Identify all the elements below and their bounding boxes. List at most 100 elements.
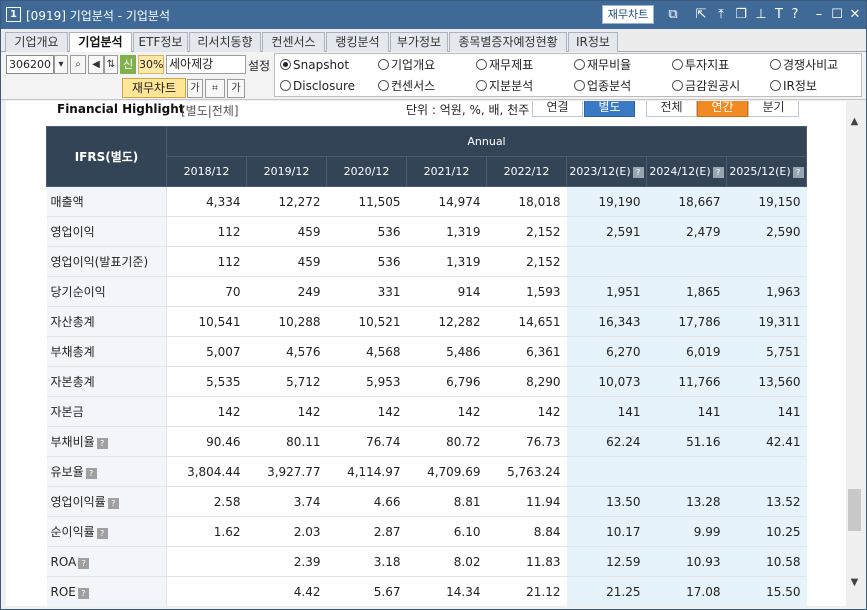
table-cell: 6,361: [486, 336, 567, 367]
help-icon[interactable]: ?: [96, 438, 108, 449]
table-cell: 249: [246, 276, 327, 307]
chart-icon[interactable]: ⧉: [665, 6, 681, 23]
fin-chart-title-button[interactable]: 재무차트: [602, 5, 654, 24]
table-row: ROE? 4.42 5.67 14.34 21.12 21.25 17.08 15.50: [46, 576, 807, 606]
annual-button[interactable]: 연간: [697, 101, 748, 117]
tab-etf[interactable]: ETF정보: [133, 32, 188, 52]
row-label: 당기순이익: [46, 276, 167, 307]
table-cell: 142: [406, 396, 487, 427]
row-label: 자산총계: [46, 306, 167, 337]
pin-icon[interactable]: ⤒: [713, 6, 729, 23]
code-dropdown-icon[interactable]: ▾: [54, 55, 68, 74]
help-icon[interactable]: ?: [107, 498, 119, 509]
font-down-icon[interactable]: 가: [187, 79, 203, 98]
section-title: Financial Highlight: [57, 102, 185, 116]
vertical-scrollbar[interactable]: ▲ ▼: [846, 101, 863, 606]
window-title: [0919] 기업분석 - 기업분석: [26, 9, 170, 23]
table-cell: 16,343: [566, 306, 647, 337]
link-icon[interactable]: ⇱: [693, 6, 709, 23]
thumbtack-icon[interactable]: ⊥: [753, 6, 769, 23]
radio-ownership-analysis[interactable]: 지분분석: [476, 79, 533, 93]
table-cell: 19,150: [726, 186, 807, 217]
minimize-icon[interactable]: –: [811, 6, 827, 23]
radio-dot-icon: [672, 59, 683, 70]
row-label-text: 당기순이익: [50, 285, 106, 299]
table-cell: [166, 576, 247, 606]
all-button[interactable]: 전체: [646, 101, 697, 117]
radio-label: 업종분석: [587, 79, 632, 93]
radio-investment-indicators[interactable]: 투자지표: [672, 58, 729, 72]
consolidated-button[interactable]: 연결: [532, 101, 583, 117]
radio-fss-disclosure[interactable]: 금감원공시: [672, 79, 740, 93]
table-cell: [726, 456, 807, 487]
table-cell: 2.58: [166, 486, 247, 517]
radio-financial-ratios[interactable]: 재무비율: [574, 58, 631, 72]
company-name-field[interactable]: 세아제강: [166, 55, 246, 74]
column-header-label: 2025/12(E): [729, 165, 791, 178]
column-header-label: 2023/12(E): [569, 165, 631, 178]
maximize-icon[interactable]: ☐: [829, 6, 845, 23]
radio-financial-statements[interactable]: 재무제표: [476, 58, 533, 72]
tab-consensus[interactable]: 컨센서스: [262, 32, 325, 52]
tab-research[interactable]: 리서치동향: [189, 32, 261, 52]
scroll-down-icon[interactable]: ▼: [846, 576, 863, 590]
radio-disclosure[interactable]: Disclosure: [280, 79, 355, 93]
tab-company-analysis[interactable]: 기업분석: [69, 32, 132, 53]
help-icon[interactable]: ?: [96, 528, 108, 539]
font-icon[interactable]: T: [771, 6, 787, 23]
radio-competitor-comparison[interactable]: 경쟁사비교: [770, 58, 838, 72]
table-cell: 10,073: [566, 366, 647, 397]
tab-capital-increase[interactable]: 종목별증자예정현황: [449, 32, 567, 52]
table-cell: 11.83: [486, 546, 567, 577]
search-icon[interactable]: ⌕: [70, 55, 86, 74]
column-header: 2023/12(E)?: [566, 156, 647, 187]
close-icon[interactable]: ✕: [847, 6, 863, 23]
table-cell: 18,018: [486, 186, 567, 217]
tab-ranking[interactable]: 랭킹분석: [326, 32, 389, 52]
copy-icon[interactable]: ❐: [733, 6, 749, 23]
radio-snapshot[interactable]: Snapshot: [280, 58, 349, 72]
table-cell: 8.81: [406, 486, 487, 517]
help-icon[interactable]: ?: [792, 167, 804, 178]
table-cell: 5,535: [166, 366, 247, 397]
help-icon[interactable]: ?: [632, 167, 644, 178]
column-header: 2020/12: [326, 156, 407, 187]
capture-icon[interactable]: ⌗: [205, 79, 225, 98]
row-label: 자본총계: [46, 366, 167, 397]
tab-company-overview[interactable]: 기업개요: [5, 32, 68, 52]
stock-code-input[interactable]: 306200: [6, 55, 54, 74]
separate-button[interactable]: 별도: [584, 101, 635, 117]
table-cell: 62.24: [566, 426, 647, 457]
help-icon[interactable]: ?: [78, 557, 90, 569]
font-up-icon[interactable]: 가: [227, 79, 245, 98]
scroll-up-icon[interactable]: ▲: [846, 115, 863, 129]
table-cell: 10,288: [246, 306, 327, 337]
radio-company-overview[interactable]: 기업개요: [378, 58, 435, 72]
table-cell: 42.41: [726, 426, 807, 457]
help-icon[interactable]: ?: [77, 587, 89, 599]
help-icon[interactable]: ?: [787, 6, 803, 23]
help-icon[interactable]: ?: [712, 167, 724, 178]
tab-extra-info[interactable]: 부가정보: [390, 32, 448, 52]
table-cell: 1,319: [406, 216, 487, 247]
tab-ir[interactable]: IR정보: [568, 32, 618, 52]
radio-industry-analysis[interactable]: 업종분석: [574, 79, 631, 93]
scroll-thumb[interactable]: [848, 489, 861, 531]
help-icon[interactable]: ?: [85, 468, 97, 479]
table-cell: 1,963: [726, 276, 807, 307]
column-header: 2024/12(E)?: [646, 156, 727, 187]
table-cell: 14.34: [406, 576, 487, 606]
speaker-icon[interactable]: ◀: [88, 55, 104, 74]
scroll-arrows-icon[interactable]: ⇅: [104, 55, 118, 74]
table-cell: 14,651: [486, 306, 567, 337]
table-cell: 1,951: [566, 276, 647, 307]
table-cell: 70: [166, 276, 247, 307]
settings-label[interactable]: 설정: [248, 57, 270, 74]
table-cell: 51.16: [646, 426, 727, 457]
quarterly-button[interactable]: 분기: [748, 101, 799, 117]
fin-chart-button[interactable]: 재무차트: [122, 78, 186, 98]
table-cell: 15.50: [726, 576, 807, 606]
radio-consensus[interactable]: 컨센서스: [378, 79, 435, 93]
row-label: 자본금: [46, 396, 167, 427]
radio-ir-info[interactable]: IR정보: [770, 79, 817, 93]
